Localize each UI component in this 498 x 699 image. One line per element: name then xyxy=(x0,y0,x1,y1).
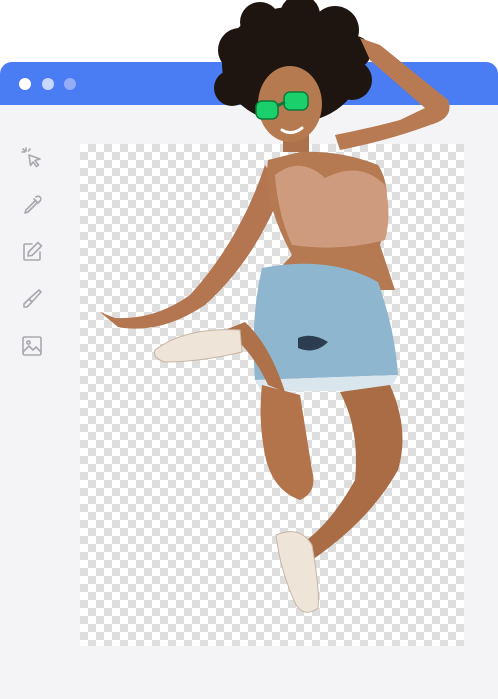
edit-icon xyxy=(23,241,43,261)
image-tool[interactable] xyxy=(18,332,46,360)
magic-select-tool[interactable] xyxy=(18,144,46,172)
image-icon xyxy=(22,336,42,356)
title-bar xyxy=(0,62,498,105)
close-dot[interactable] xyxy=(19,78,31,90)
editor-window xyxy=(0,62,498,699)
transparent-canvas[interactable] xyxy=(80,144,464,646)
maximize-dot[interactable] xyxy=(64,78,76,90)
eyedropper-icon xyxy=(24,195,42,214)
brush-icon xyxy=(23,289,42,308)
minimize-dot[interactable] xyxy=(42,78,54,90)
magic-select-icon xyxy=(21,147,41,168)
brush-tool[interactable] xyxy=(18,285,46,313)
tool-sidebar xyxy=(18,144,48,379)
edit-tool[interactable] xyxy=(18,238,46,266)
eyedropper-tool[interactable] xyxy=(18,191,46,219)
